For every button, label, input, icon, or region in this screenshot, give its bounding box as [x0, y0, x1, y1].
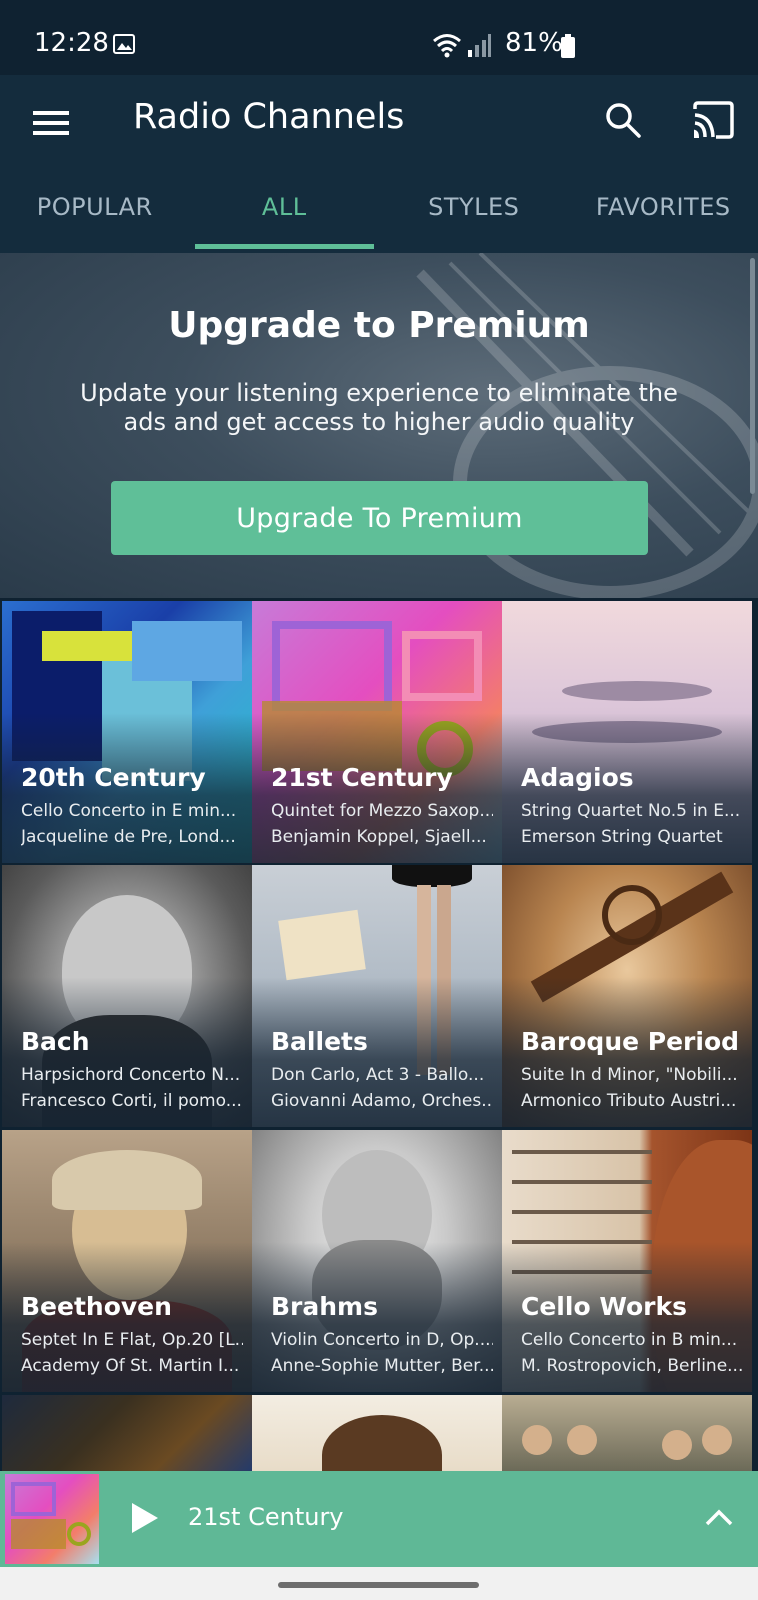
premium-title: Upgrade to Premium	[168, 305, 590, 346]
tab-bar: POPULAR ALL STYLES FAVORITES	[0, 175, 758, 253]
channel-artist: Anne-Sophie Mutter, Ber...	[271, 1356, 493, 1376]
channel-tile-partial-2[interactable]	[252, 1395, 502, 1471]
channel-tile-21st-century[interactable]: 21st Century Quintet for Mezzo Saxop... …	[252, 601, 502, 863]
channel-track: Cello Concerto in E min...	[21, 801, 237, 821]
channel-name: 20th Century	[21, 763, 206, 792]
page-title: Radio Channels	[133, 97, 405, 137]
channel-name: Baroque Period	[521, 1027, 740, 1056]
channel-name: Cello Works	[521, 1292, 688, 1321]
cast-icon[interactable]	[692, 101, 734, 139]
channel-track: Quintet for Mezzo Saxop...	[271, 801, 493, 821]
channel-artwork	[2, 1395, 252, 1471]
channel-track: Suite In d Minor, "Nobili...	[521, 1065, 738, 1085]
tab-favorites[interactable]: FAVORITES	[569, 175, 758, 253]
channel-track: Cello Concerto in B min...	[521, 1330, 738, 1350]
channel-track: Septet In E Flat, Op.20 [L...	[21, 1330, 243, 1350]
tab-styles[interactable]: STYLES	[379, 175, 569, 253]
channel-tile-bach[interactable]: Bach Harpsichord Concerto N... Francesco…	[2, 865, 252, 1127]
status-bar: 12:28 81%	[0, 0, 758, 75]
channel-artwork	[252, 1395, 502, 1471]
channel-artist: Academy Of St. Martin I...	[21, 1356, 240, 1376]
channel-artist: Emerson String Quartet	[521, 827, 723, 847]
battery-icon	[561, 34, 575, 58]
channel-tile-partial-1[interactable]	[2, 1395, 252, 1471]
signal-icon	[468, 34, 491, 57]
play-icon[interactable]	[130, 1501, 160, 1535]
now-playing-artwork	[5, 1474, 99, 1564]
channel-track: Don Carlo, Act 3 - Ballo...	[271, 1065, 485, 1085]
wifi-icon	[433, 34, 461, 58]
chevron-up-icon[interactable]	[704, 1505, 734, 1529]
channel-tile-adagios[interactable]: Adagios String Quartet No.5 in E... Emer…	[502, 601, 752, 863]
scrollbar[interactable]	[750, 258, 755, 494]
image-notification-icon	[113, 34, 135, 54]
channel-tile-ballets[interactable]: Ballets Don Carlo, Act 3 - Ballo... Giov…	[252, 865, 502, 1127]
channel-artist: Jacqueline de Pre, Lond...	[21, 827, 236, 847]
channel-track: Violin Concerto in D, Op....	[271, 1330, 493, 1350]
premium-banner: Upgrade to Premium Update your listening…	[0, 253, 758, 598]
search-icon[interactable]	[604, 101, 642, 139]
channel-name: Ballets	[271, 1027, 368, 1056]
channel-tile-beethoven[interactable]: Beethoven Septet In E Flat, Op.20 [L... …	[2, 1130, 252, 1392]
now-playing-title: 21st Century	[188, 1503, 344, 1531]
channel-artist: M. Rostropovich, Berline...	[521, 1356, 743, 1376]
system-nav-bar	[0, 1567, 758, 1600]
channel-artist: Armonico Tributo Austri...	[521, 1091, 737, 1111]
channel-tile-cello-works[interactable]: Cello Works Cello Concerto in B min... M…	[502, 1130, 752, 1392]
channel-name: 21st Century	[271, 763, 453, 792]
channel-artwork	[502, 1395, 752, 1471]
channel-tile-brahms[interactable]: Brahms Violin Concerto in D, Op.... Anne…	[252, 1130, 502, 1392]
channel-artist: Francesco Corti, il pomo...	[21, 1091, 242, 1111]
channel-tile-baroque-period[interactable]: Baroque Period Suite In d Minor, "Nobili…	[502, 865, 752, 1127]
channel-tile-partial-3[interactable]	[502, 1395, 752, 1471]
home-gesture-bar[interactable]	[278, 1582, 479, 1588]
upgrade-premium-button[interactable]: Upgrade To Premium	[111, 481, 648, 555]
status-time: 12:28	[34, 28, 109, 58]
tab-popular[interactable]: POPULAR	[0, 175, 190, 253]
channel-artist: Benjamin Koppel, Sjaell...	[271, 827, 487, 847]
channel-grid: 20th Century Cello Concerto in E min... …	[0, 601, 758, 1471]
channel-name: Brahms	[271, 1292, 378, 1321]
channel-tile-20th-century[interactable]: 20th Century Cello Concerto in E min... …	[2, 601, 252, 863]
app-bar: Radio Channels POPULAR ALL STYLES FAVORI…	[0, 75, 758, 253]
menu-icon[interactable]	[33, 108, 69, 138]
channel-name: Beethoven	[21, 1292, 172, 1321]
battery-percent: 81%	[505, 28, 563, 58]
channel-name: Adagios	[521, 763, 634, 792]
channel-artist: Giovanni Adamo, Orches...	[271, 1091, 493, 1111]
tab-all[interactable]: ALL	[190, 175, 380, 253]
channel-track: String Quartet No.5 in E...	[521, 801, 741, 821]
channel-name: Bach	[21, 1027, 90, 1056]
premium-description: Update your listening experience to elim…	[80, 379, 678, 436]
channel-track: Harpsichord Concerto N...	[21, 1065, 241, 1085]
now-playing-bar[interactable]: 21st Century	[0, 1471, 758, 1567]
